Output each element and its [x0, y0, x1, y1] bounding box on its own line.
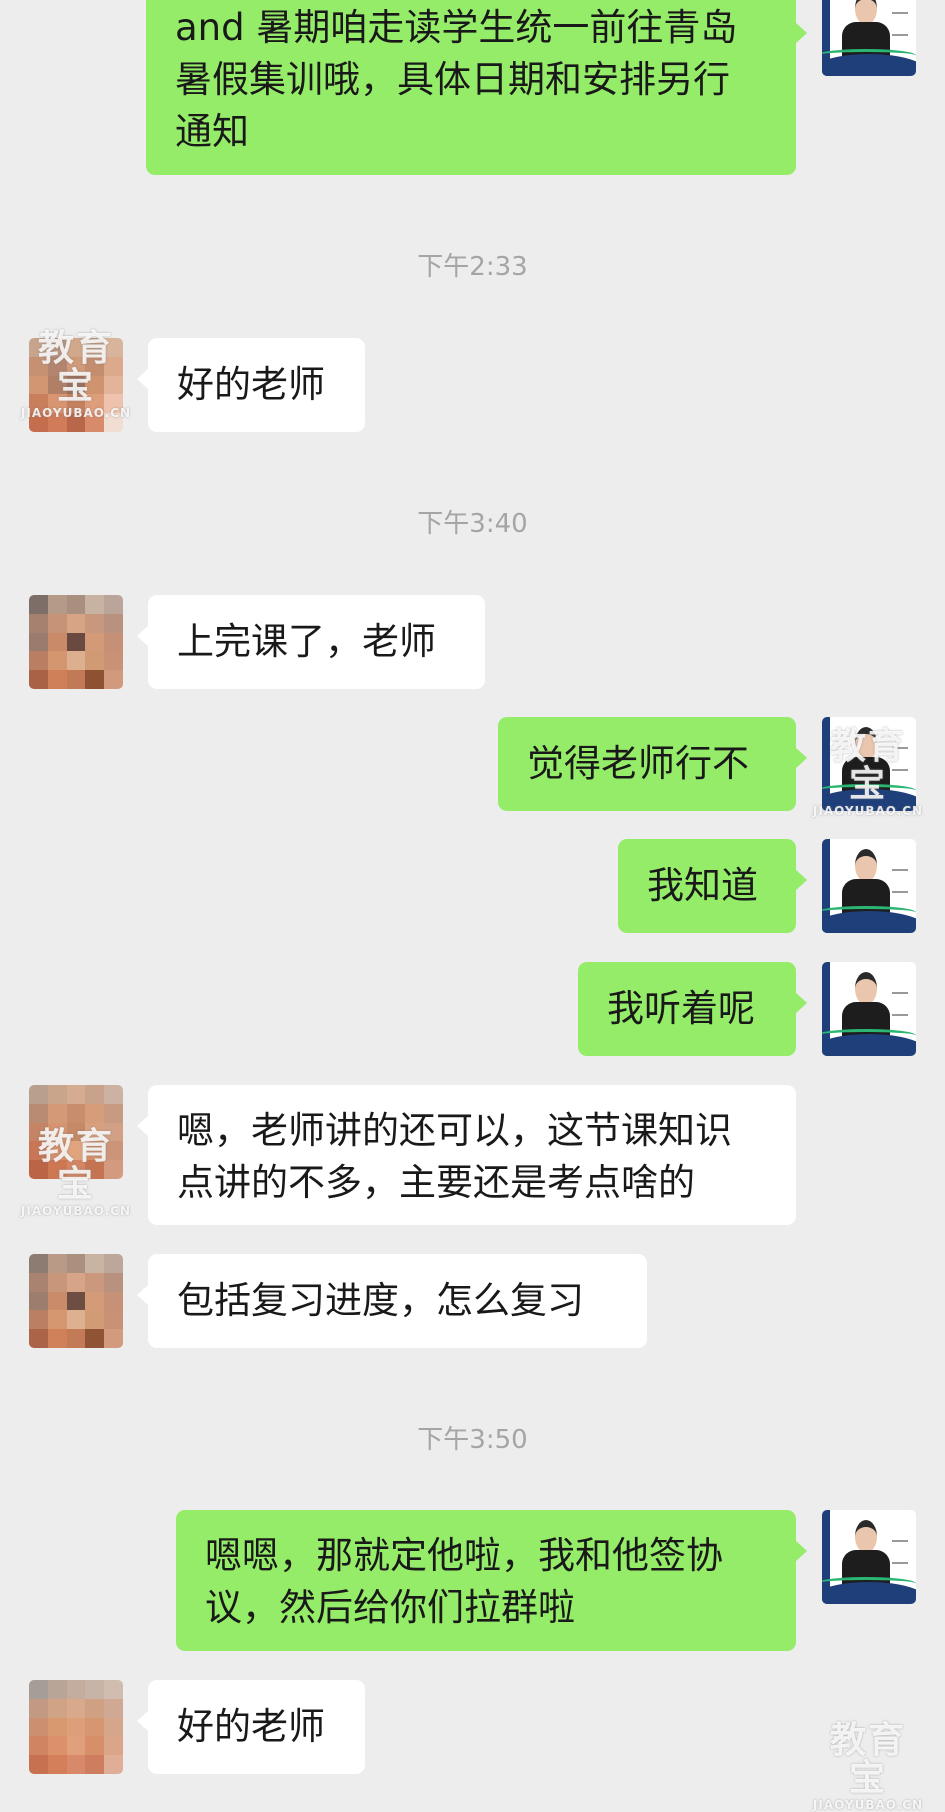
teacher-avatar[interactable] [822, 0, 916, 76]
message-bubble-incoming[interactable]: 包括复习进度，怎么复习 [137, 1254, 647, 1348]
message-text-line: and 暑期咱走读学生统一前往青岛 [175, 6, 738, 49]
timestamp: 下午3:50 [417, 1425, 528, 1455]
contact-avatar[interactable] [29, 338, 123, 432]
teacher-avatar[interactable] [822, 1510, 916, 1604]
message-text-line: 好的老师 [177, 363, 325, 406]
message-bubble-incoming[interactable]: 好的老师 [137, 338, 365, 432]
message-text-line: 嗯，老师讲的还可以，这节课知识 [177, 1109, 732, 1152]
message-bubble-outgoing[interactable]: 我听着呢 [578, 962, 807, 1056]
message-bubble-incoming[interactable]: 上完课了，老师 [137, 595, 485, 689]
message-bubble-incoming[interactable]: 嗯，老师讲的还可以，这节课知识 点讲的不多，主要还是考点啥的 [137, 1085, 796, 1225]
teacher-avatar[interactable] [822, 839, 916, 933]
message-bubble-outgoing[interactable]: and 暑期咱走读学生统一前往青岛 暑假集训哦，具体日期和安排另行 通知 [146, 0, 807, 175]
message-bubble-incoming[interactable]: 好的老师 [137, 1680, 365, 1774]
message-text-line: 我知道 [647, 864, 758, 907]
message-text-line: 觉得老师行不 [527, 742, 749, 785]
message-text-line: 嗯嗯，那就定他啦，我和他签协 [205, 1534, 723, 1577]
contact-avatar[interactable] [29, 1254, 123, 1348]
teacher-avatar[interactable] [822, 962, 916, 1056]
contact-avatar[interactable] [29, 1680, 123, 1774]
contact-avatar[interactable] [29, 1085, 123, 1179]
message-bubble-outgoing[interactable]: 我知道 [618, 839, 807, 933]
message-text-line: 议，然后给你们拉群啦 [205, 1586, 575, 1629]
timestamp: 下午2:33 [417, 252, 528, 282]
message-text-line: 通知 [175, 110, 249, 153]
message-text-line: 上完课了，老师 [177, 620, 436, 663]
message-text-line: 我听着呢 [607, 987, 755, 1030]
watermark: 教育宝 JIAOYUBAO.CN [812, 1720, 924, 1812]
timestamp: 下午3:40 [417, 509, 528, 539]
message-text-line: 点讲的不多，主要还是考点啥的 [177, 1161, 695, 1204]
message-text-line: 包括复习进度，怎么复习 [177, 1279, 584, 1322]
message-text-line: 暑假集训哦，具体日期和安排另行 [175, 58, 730, 101]
message-bubble-outgoing[interactable]: 觉得老师行不 [498, 717, 807, 811]
message-bubble-outgoing[interactable]: 嗯嗯，那就定他啦，我和他签协 议，然后给你们拉群啦 [176, 1510, 807, 1651]
message-text-line: 好的老师 [177, 1705, 325, 1748]
teacher-avatar[interactable] [822, 717, 916, 811]
contact-avatar[interactable] [29, 595, 123, 689]
